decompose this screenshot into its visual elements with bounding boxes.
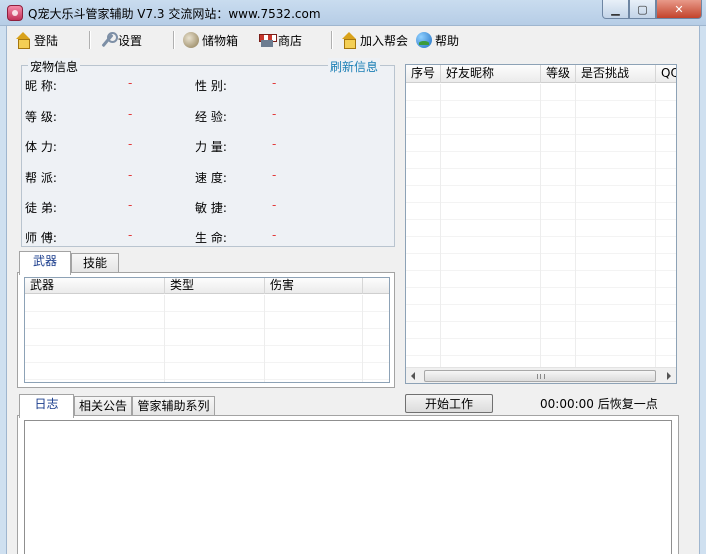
- join-gang-button[interactable]: 加入帮会: [341, 30, 408, 50]
- house-icon: [15, 32, 31, 49]
- agility-value: -: [272, 198, 277, 212]
- toolbar-separator: [173, 31, 175, 49]
- shop-button[interactable]: 商店: [259, 30, 302, 50]
- login-label: 登陆: [34, 33, 59, 48]
- experience-label: 经 验:: [195, 110, 227, 124]
- settings-button[interactable]: 设置: [99, 30, 142, 50]
- apprentice-value: -: [128, 198, 133, 212]
- gang-label: 帮 派:: [25, 171, 57, 185]
- weapon-list[interactable]: 武器 类型 伤害: [24, 277, 390, 383]
- join-gang-label: 加入帮会: [360, 33, 409, 48]
- column-header-index[interactable]: 序号: [406, 65, 441, 83]
- toolbar-separator: [331, 31, 333, 49]
- log-output[interactable]: [24, 420, 672, 554]
- friend-list-body: [406, 84, 676, 368]
- weapon-list-body: [25, 295, 389, 382]
- main-window: 登陆 设置 储物箱 商店 加入帮会 帮助 宠物信息 刷新信息 昵 称: - 等 …: [6, 26, 700, 554]
- toolbar-separator: [89, 31, 91, 49]
- strength-label: 力 量:: [195, 140, 227, 154]
- column-header-damage[interactable]: 伤害: [265, 278, 363, 294]
- toolbar: 登陆 设置 储物箱 商店 加入帮会 帮助: [7, 26, 699, 54]
- column-header-challenged[interactable]: 是否挑战: [576, 65, 656, 83]
- stamina-label: 体 力:: [25, 140, 57, 154]
- nickname-label: 昵 称:: [25, 79, 57, 93]
- storage-box-icon: [183, 32, 199, 48]
- master-value: -: [128, 228, 133, 242]
- level-value: -: [128, 107, 133, 121]
- gender-value: -: [272, 76, 277, 90]
- recovery-timer: 00:00:00 后恢复一点: [540, 397, 658, 411]
- tab-assistant-series[interactable]: 管家辅助系列: [132, 396, 215, 417]
- shop-label: 商店: [278, 33, 303, 48]
- life-label: 生 命:: [195, 231, 227, 245]
- column-header-nickname[interactable]: 好友昵称: [441, 65, 541, 83]
- horizontal-scrollbar[interactable]: [406, 367, 676, 383]
- window-controls: ▁ ▢ ✕: [602, 0, 702, 20]
- speed-label: 速 度:: [195, 171, 227, 185]
- strength-value: -: [272, 137, 277, 151]
- tab-weapons[interactable]: 武器: [19, 251, 71, 275]
- experience-value: -: [272, 107, 277, 121]
- column-header-weapon[interactable]: 武器: [25, 278, 165, 294]
- column-header-level[interactable]: 等级: [541, 65, 576, 83]
- weapon-list-header: 武器 类型 伤害: [25, 278, 389, 294]
- speed-value: -: [272, 168, 277, 182]
- help-button[interactable]: 帮助: [416, 30, 459, 50]
- nickname-value: -: [128, 76, 133, 90]
- help-label: 帮助: [435, 33, 460, 48]
- gender-label: 性 别:: [195, 79, 227, 93]
- column-divider: [540, 84, 541, 368]
- friend-list[interactable]: 序号 好友昵称 等级 是否挑战 QQ: [405, 64, 677, 384]
- level-label: 等 级:: [25, 110, 57, 124]
- column-divider: [575, 84, 576, 368]
- login-button[interactable]: 登陆: [15, 30, 58, 50]
- column-divider: [164, 295, 165, 382]
- log-tabs: 日志 相关公告 管家辅助系列: [17, 394, 237, 418]
- storage-button[interactable]: 储物箱: [183, 30, 238, 50]
- equipment-tabs: 武器 技能: [17, 251, 217, 275]
- storage-label: 储物箱: [202, 33, 239, 48]
- scroll-left-icon[interactable]: [411, 372, 415, 380]
- agility-label: 敏 捷:: [195, 201, 227, 215]
- stamina-value: -: [128, 137, 133, 151]
- tab-skills[interactable]: 技能: [71, 253, 119, 274]
- refresh-info-link[interactable]: 刷新信息: [327, 58, 380, 75]
- apprentice-label: 徒 弟:: [25, 201, 57, 215]
- house-icon: [341, 32, 357, 49]
- scroll-right-icon[interactable]: [667, 372, 671, 380]
- master-label: 师 傅:: [25, 231, 57, 245]
- settings-label: 设置: [118, 33, 143, 48]
- start-work-button[interactable]: 开始工作: [405, 394, 493, 413]
- life-value: -: [272, 228, 277, 242]
- column-divider: [440, 84, 441, 368]
- tab-announcements[interactable]: 相关公告: [74, 396, 132, 417]
- pet-info-title: 宠物信息: [28, 58, 81, 75]
- wrench-icon: [99, 32, 118, 48]
- title-bar: Q宠大乐斗管家辅助 V7.3 交流网站：www.7532.com ▁ ▢ ✕: [0, 0, 706, 26]
- minimize-button[interactable]: ▁: [602, 0, 629, 19]
- maximize-button[interactable]: ▢: [629, 0, 656, 19]
- scroll-thumb[interactable]: [424, 370, 656, 382]
- scroll-grip-icon: [537, 374, 545, 379]
- column-header-qq[interactable]: QQ: [656, 65, 676, 83]
- app-icon: [7, 5, 23, 21]
- close-button[interactable]: ✕: [656, 0, 702, 19]
- shop-icon: [259, 32, 277, 48]
- column-divider: [655, 84, 656, 368]
- help-globe-icon: [416, 32, 432, 48]
- gang-value: -: [128, 168, 133, 182]
- weapon-panel: 武器 类型 伤害: [17, 272, 395, 388]
- tab-log[interactable]: 日志: [19, 394, 74, 418]
- pet-info-group: 宠物信息 刷新信息 昵 称: - 等 级: - 体 力: - 帮 派: - 徒 …: [21, 58, 395, 247]
- log-panel: [17, 415, 679, 554]
- window-title: Q宠大乐斗管家辅助 V7.3 交流网站：www.7532.com: [28, 7, 321, 21]
- friend-list-header: 序号 好友昵称 等级 是否挑战 QQ: [406, 65, 676, 83]
- column-divider: [362, 295, 363, 382]
- column-header-type[interactable]: 类型: [165, 278, 265, 294]
- column-divider: [264, 295, 265, 382]
